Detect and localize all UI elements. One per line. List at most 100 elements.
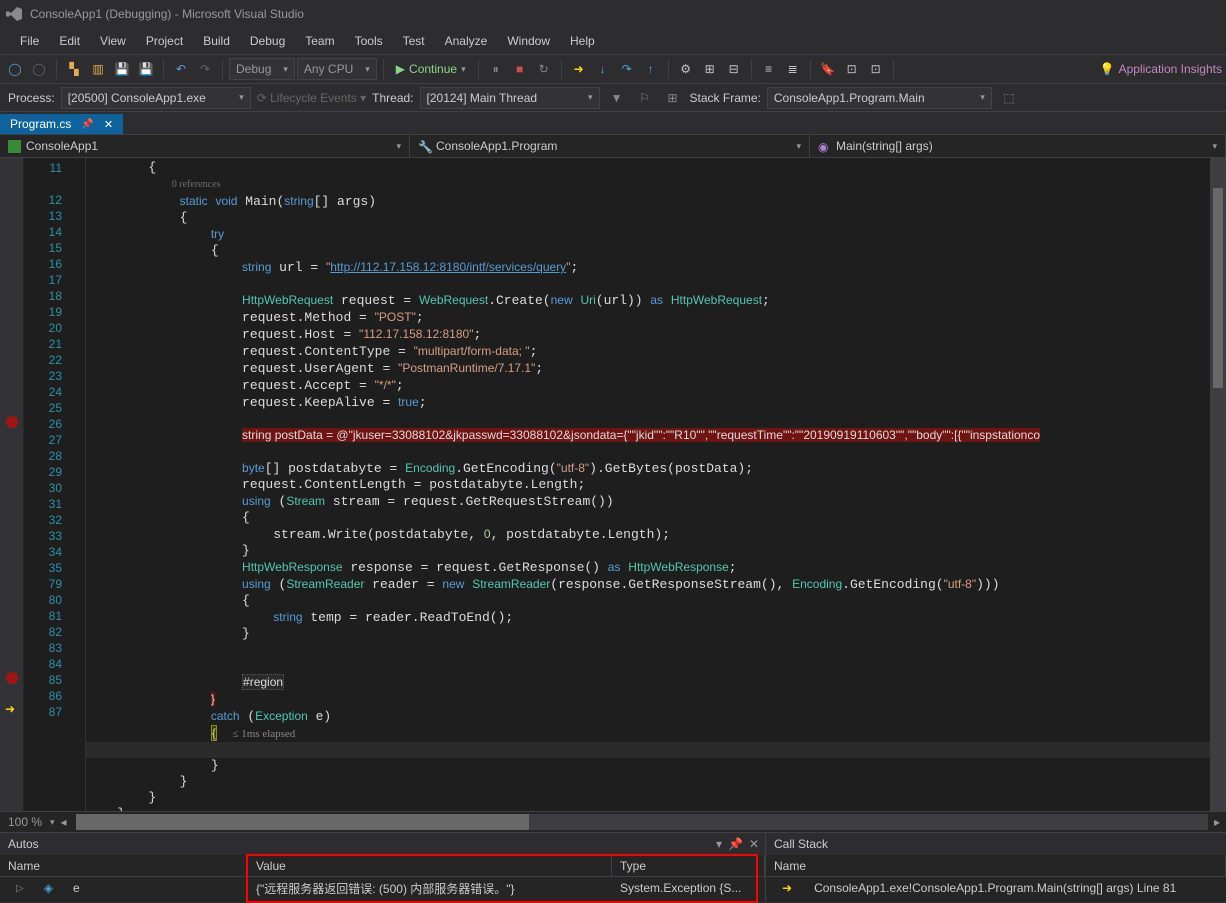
indent-icon[interactable]: ≡: [758, 58, 780, 80]
vs-logo-icon: [6, 6, 22, 22]
code-navbar: ConsoleApp1▾ 🔧 ConsoleApp1.Program▾ ◉ Ma…: [0, 134, 1226, 158]
step-out-icon[interactable]: ↑: [640, 58, 662, 80]
menu-edit[interactable]: Edit: [49, 30, 90, 52]
line-numbers: 1112131415161718192021222324252627282930…: [24, 158, 72, 811]
outdent-icon[interactable]: ≣: [782, 58, 804, 80]
col-value[interactable]: Value: [248, 855, 612, 876]
menu-tools[interactable]: Tools: [345, 30, 393, 52]
csharp-project-icon: [8, 140, 21, 153]
main-toolbar: ◯ ◯ ▚ ▥ 💾 💾 ↶ ↷ Debug▾ Any CPU▾ ▶ Contin…: [0, 54, 1226, 84]
app-insights-button[interactable]: 💡 Application Insights: [1100, 62, 1222, 76]
open-file-icon[interactable]: ▥: [87, 58, 109, 80]
stop-icon[interactable]: ■: [509, 58, 531, 80]
breakpoint-icon[interactable]: [6, 672, 18, 684]
menu-analyze[interactable]: Analyze: [435, 30, 498, 52]
code-editor[interactable]: ➜ 11121314151617181920212223242526272829…: [0, 158, 1226, 811]
nav-project-dropdown[interactable]: ConsoleApp1▾: [0, 135, 410, 157]
flag-icon[interactable]: ⚐: [634, 87, 656, 109]
step-into-icon[interactable]: ↓: [592, 58, 614, 80]
undo-icon[interactable]: ↶: [170, 58, 192, 80]
platform-dropdown[interactable]: Any CPU▾: [297, 58, 377, 80]
panel-dropdown-icon[interactable]: ▾: [716, 837, 722, 851]
tools-icon[interactable]: ⚙: [675, 58, 697, 80]
debug-toolbar: Process: [20500] ConsoleApp1.exe ⟳ Lifec…: [0, 84, 1226, 112]
current-line-arrow-icon: ➜: [5, 702, 15, 716]
uncomment-icon[interactable]: ⊡: [865, 58, 887, 80]
expand-icon[interactable]: ▷: [8, 883, 32, 894]
col-type[interactable]: Type: [612, 855, 765, 876]
col-name[interactable]: Name: [0, 855, 248, 876]
scroll-right-icon[interactable]: ▸: [1208, 815, 1226, 829]
menu-debug[interactable]: Debug: [240, 30, 295, 52]
menu-team[interactable]: Team: [295, 30, 344, 52]
vertical-scrollbar[interactable]: [1210, 158, 1226, 811]
exception-icon: ◈: [36, 881, 61, 895]
titlebar: ConsoleApp1 (Debugging) - Microsoft Visu…: [0, 0, 1226, 28]
class-icon: 🔧: [418, 140, 431, 153]
panel-pin-icon[interactable]: 📌: [728, 837, 743, 851]
current-frame-arrow-icon: ➜: [774, 881, 800, 895]
callstack-panel: Call Stack Name ➜ ConsoleApp1.exe!Consol…: [766, 833, 1226, 902]
continue-button[interactable]: ▶ Continue ▾: [390, 58, 472, 80]
new-project-icon[interactable]: ▚: [63, 58, 85, 80]
var-value: {"远程服务器返回错误: (500) 内部服务器错误。"}: [248, 880, 612, 897]
menu-window[interactable]: Window: [497, 30, 560, 52]
menu-view[interactable]: View: [90, 30, 136, 52]
callstack-title: Call Stack: [774, 837, 828, 851]
bookmark-icon[interactable]: 🔖: [817, 58, 839, 80]
thread-label: Thread:: [372, 91, 413, 105]
var-type: System.Exception {S...: [612, 881, 765, 895]
code-content[interactable]: { 0 references static void Main(string[]…: [86, 158, 1226, 811]
menu-project[interactable]: Project: [136, 30, 193, 52]
hex-icon[interactable]: ⬚: [998, 87, 1020, 109]
nav-class-dropdown[interactable]: 🔧 ConsoleApp1.Program▾: [410, 135, 810, 157]
panel-close-icon[interactable]: ✕: [749, 837, 759, 851]
scroll-left-icon[interactable]: ◂: [55, 815, 73, 829]
tab-bar: Program.cs 📌 ✕: [0, 112, 1226, 134]
nav-method-dropdown[interactable]: ◉ Main(string[] args)▾: [810, 135, 1226, 157]
autos-header: Name Value Type: [0, 855, 765, 877]
autos-panel: Autos ▾ 📌 ✕ Name Value Type ▷ ◈ e {"远程服务…: [0, 833, 766, 902]
nav-back-icon[interactable]: ◯: [4, 58, 26, 80]
frame-text: ConsoleApp1.exe!ConsoleApp1.Program.Main…: [806, 881, 1184, 895]
nav-fwd-icon[interactable]: ◯: [28, 58, 50, 80]
restart-icon[interactable]: ↻: [533, 58, 555, 80]
comment-icon[interactable]: ⊡: [841, 58, 863, 80]
config-dropdown[interactable]: Debug▾: [229, 58, 295, 80]
menu-test[interactable]: Test: [393, 30, 435, 52]
stackframe-dropdown[interactable]: ConsoleApp1.Program.Main: [767, 87, 992, 109]
redo-icon[interactable]: ↷: [194, 58, 216, 80]
process-dropdown[interactable]: [20500] ConsoleApp1.exe: [61, 87, 251, 109]
editor-status-bar: 100 % ▾ ◂ ▸: [0, 811, 1226, 832]
tools2-icon[interactable]: ⊞: [699, 58, 721, 80]
method-icon: ◉: [818, 140, 831, 153]
autos-title: Autos: [8, 837, 39, 851]
menu-build[interactable]: Build: [193, 30, 240, 52]
pin-icon[interactable]: 📌: [81, 119, 93, 130]
fold-margin[interactable]: [72, 158, 86, 811]
next-statement-icon[interactable]: ➜: [568, 58, 590, 80]
thread-icon[interactable]: ⊞: [662, 87, 684, 109]
process-label: Process:: [8, 91, 55, 105]
lifecycle-events[interactable]: ⟳ Lifecycle Events ▾: [257, 91, 366, 105]
tab-program-cs[interactable]: Program.cs 📌 ✕: [0, 114, 123, 134]
callstack-row[interactable]: ➜ ConsoleApp1.exe!ConsoleApp1.Program.Ma…: [766, 877, 1226, 899]
tools3-icon[interactable]: ⊟: [723, 58, 745, 80]
filter-icon[interactable]: ▼: [606, 87, 628, 109]
var-name: e: [65, 881, 88, 895]
thread-dropdown[interactable]: [20124] Main Thread: [420, 87, 600, 109]
callstack-header: Name: [766, 855, 1226, 877]
step-over-icon[interactable]: ↷: [616, 58, 638, 80]
breakpoint-margin[interactable]: ➜: [0, 158, 24, 811]
menu-file[interactable]: File: [10, 30, 49, 52]
zoom-level[interactable]: 100 %: [0, 815, 50, 829]
autos-row[interactable]: ▷ ◈ e {"远程服务器返回错误: (500) 内部服务器错误。"} Syst…: [0, 877, 765, 899]
save-icon[interactable]: 💾: [111, 58, 133, 80]
breakpoint-icon[interactable]: [6, 416, 18, 428]
break-all-icon[interactable]: ⏸: [485, 58, 507, 80]
menu-help[interactable]: Help: [560, 30, 605, 52]
close-tab-icon[interactable]: ✕: [104, 118, 113, 131]
save-all-icon[interactable]: 💾: [135, 58, 157, 80]
horizontal-scrollbar[interactable]: [76, 814, 1208, 830]
col-name[interactable]: Name: [766, 855, 1226, 876]
